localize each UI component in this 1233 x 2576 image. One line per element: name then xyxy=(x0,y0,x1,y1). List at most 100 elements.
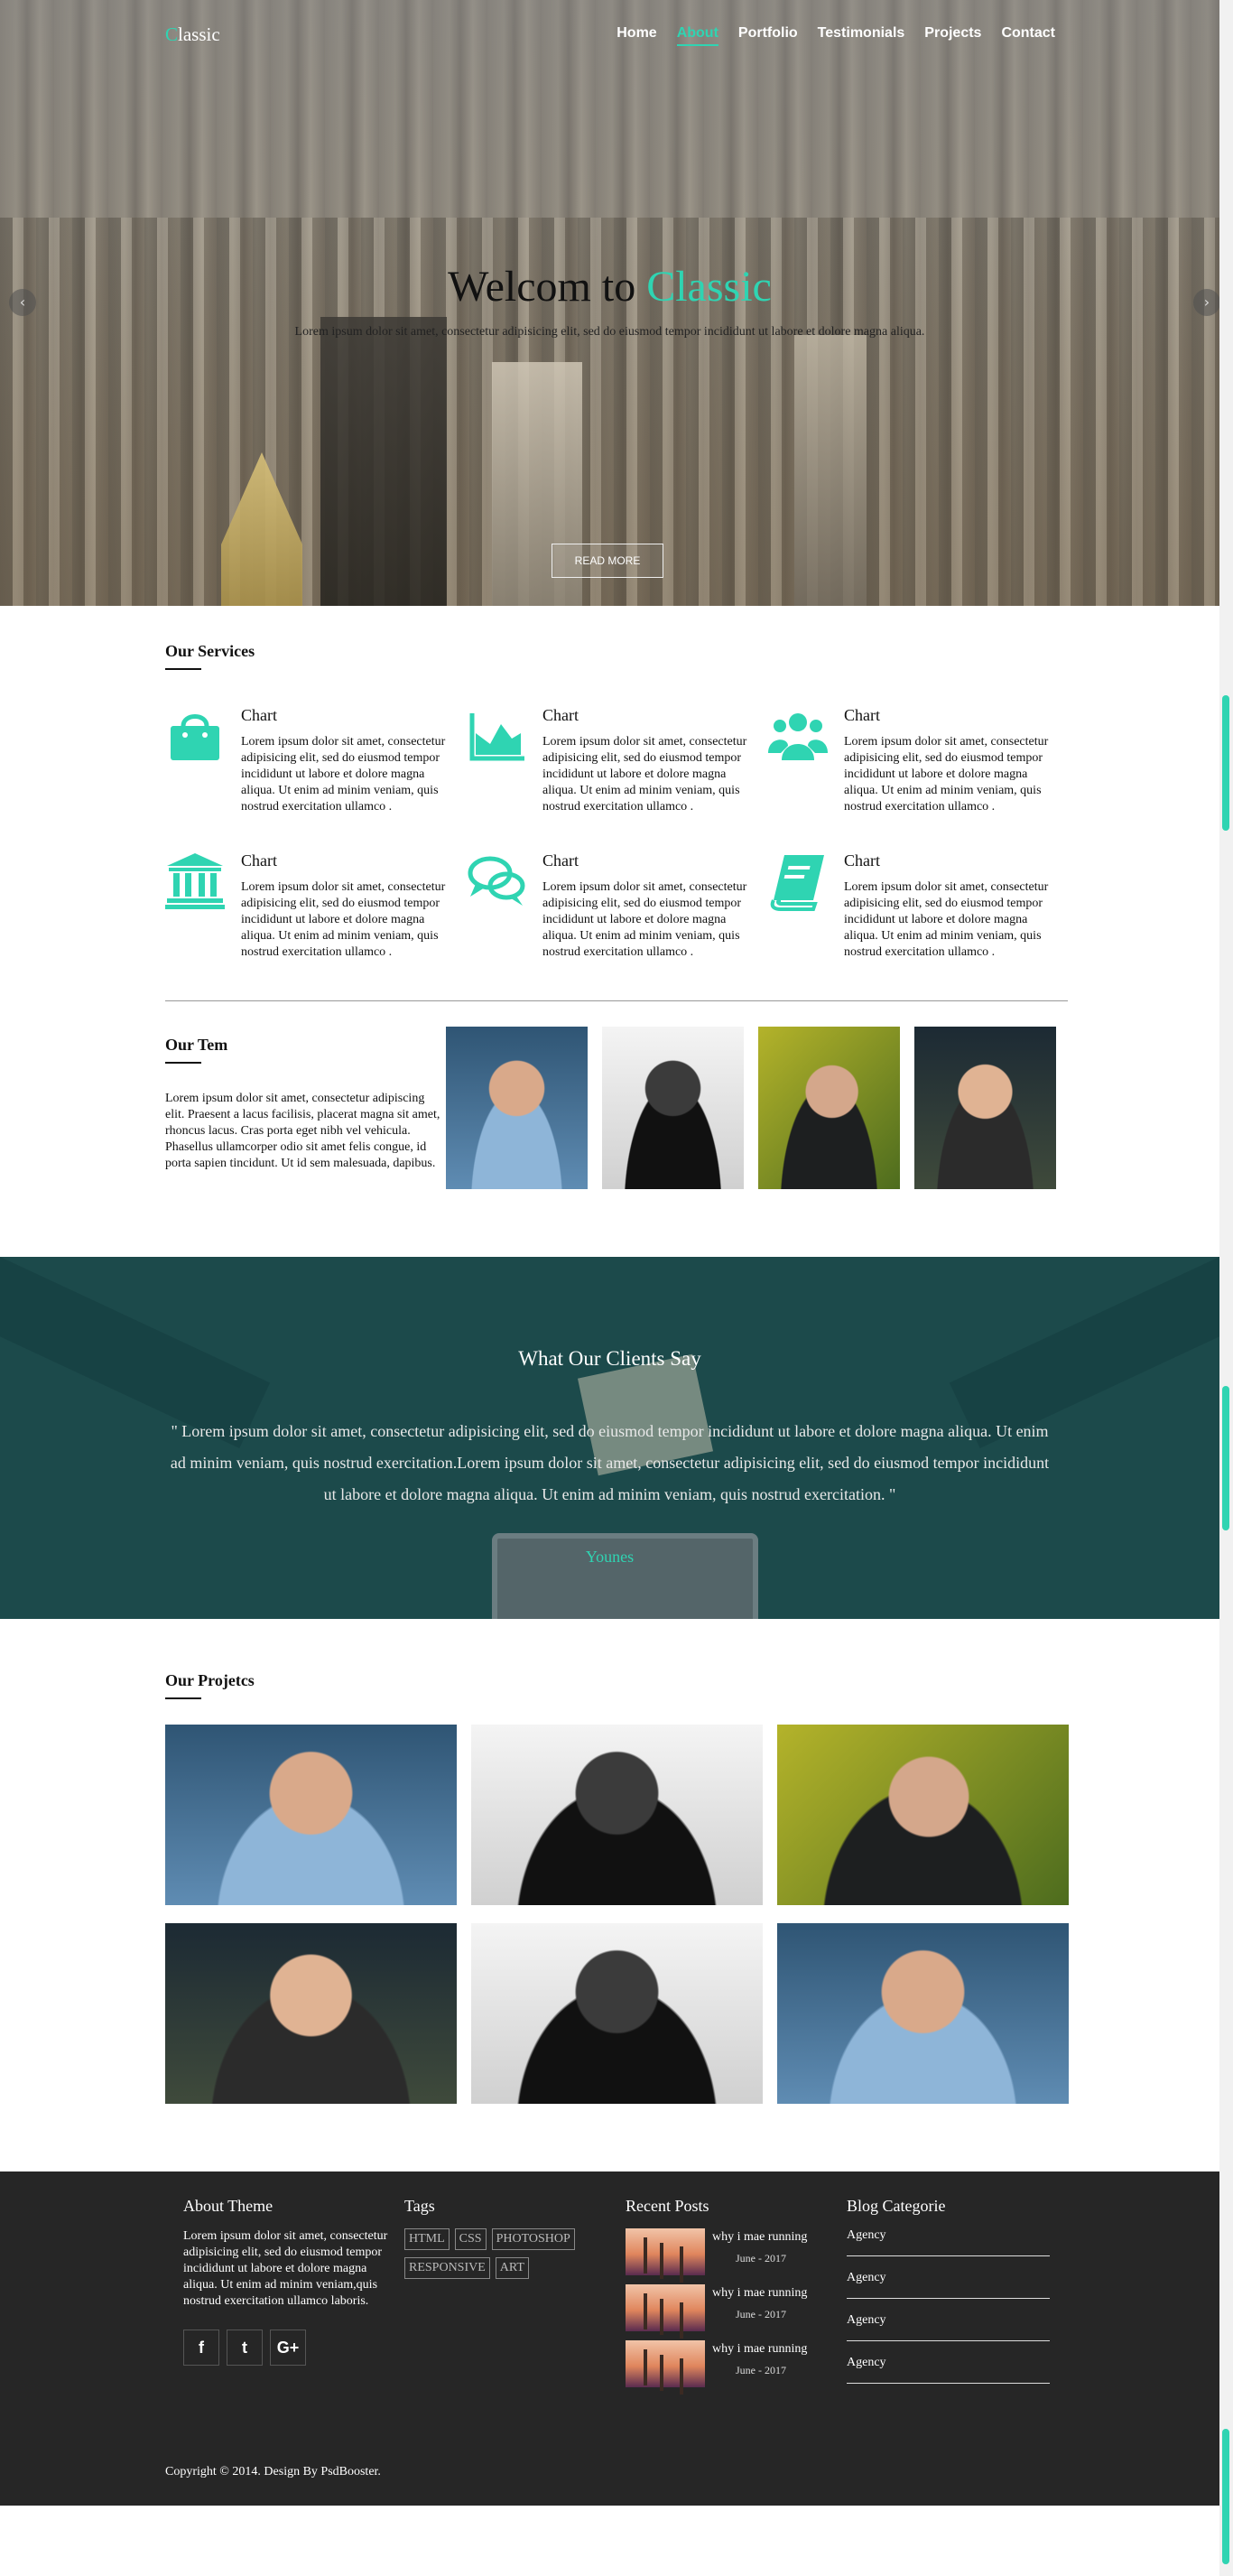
google-plus-icon[interactable]: G+ xyxy=(270,2330,306,2366)
testimonials-section: What Our Clients Say " Lorem ipsum dolor… xyxy=(0,1257,1219,1619)
footer-heading: About Theme xyxy=(183,2197,273,2215)
title-underline xyxy=(165,668,201,670)
category-link[interactable]: Agency xyxy=(847,2356,1050,2384)
footer-recent-posts: Recent Posts why i mae running June - 201… xyxy=(626,2197,847,2398)
background-laptop xyxy=(492,1533,758,1619)
area-chart-icon xyxy=(469,713,524,761)
nav-home[interactable]: Home xyxy=(616,25,656,46)
team-member-photo[interactable] xyxy=(446,1027,588,1189)
post-thumbnail[interactable] xyxy=(626,2284,705,2331)
project-thumbnail[interactable] xyxy=(165,1923,457,2104)
tag-list: HTML CSS PHOTOSHOP RESPONSIVE ART xyxy=(404,2228,621,2279)
chevron-right-icon[interactable]: › xyxy=(1193,289,1219,316)
hero-subtitle: Lorem ipsum dolor sit amet, consectetur … xyxy=(294,325,925,339)
users-icon xyxy=(768,713,828,760)
team-intro: Our Tem Lorem ipsum dolor sit amet, cons… xyxy=(165,1036,440,1189)
service-item: Chart Lorem ipsum dolor sit amet, consect… xyxy=(768,851,1070,961)
social-links: f t G+ xyxy=(183,2330,404,2366)
tag-responsive[interactable]: RESPONSIVE xyxy=(404,2257,490,2279)
read-more-button[interactable]: READ MORE xyxy=(552,544,663,578)
hero-title: Welcom to Classic xyxy=(0,262,1219,312)
bank-icon xyxy=(165,853,225,909)
logo[interactable]: Classic xyxy=(165,23,220,46)
scrollbar-thumb[interactable] xyxy=(1222,2429,1229,2564)
project-thumbnail[interactable] xyxy=(471,1923,763,2104)
recent-post[interactable]: why i mae running June - 2017 xyxy=(626,2228,847,2275)
tag-photoshop[interactable]: PHOTOSHOP xyxy=(491,2228,575,2250)
post-date: June - 2017 xyxy=(736,2252,786,2264)
category-link[interactable]: Agency xyxy=(847,2313,1050,2341)
comments-icon xyxy=(468,856,525,906)
service-title: Chart xyxy=(542,851,579,870)
nav-testimonials[interactable]: Testimonials xyxy=(818,25,905,46)
nav-contact[interactable]: Contact xyxy=(1001,25,1055,46)
footer-categories: Blog Categorie Agency Agency Agency Agen… xyxy=(847,2197,1068,2398)
services-grid: Chart Lorem ipsum dolor sit amet, consect… xyxy=(165,706,1068,961)
book-icon xyxy=(770,855,824,911)
service-title: Chart xyxy=(844,851,880,870)
testimonial-author: Younes xyxy=(585,1548,635,1566)
project-thumbnail[interactable] xyxy=(471,1725,763,1905)
project-thumbnail[interactable] xyxy=(777,1923,1069,2104)
team-member-photo[interactable] xyxy=(602,1027,744,1189)
recent-post[interactable]: why i mae running June - 2017 xyxy=(626,2340,847,2387)
post-thumbnail[interactable] xyxy=(626,2340,705,2387)
tag-html[interactable]: HTML xyxy=(404,2228,450,2250)
testimonial-quote: " Lorem ipsum dolor sit amet, consectetu… xyxy=(170,1422,1050,1503)
service-item: Chart Lorem ipsum dolor sit amet, consect… xyxy=(768,706,1070,815)
service-title: Chart xyxy=(542,706,579,724)
service-text: Lorem ipsum dolor sit amet, consectetur … xyxy=(241,735,446,814)
building-right xyxy=(794,335,867,606)
footer: About Theme Lorem ipsum dolor sit amet, … xyxy=(0,2171,1219,2506)
facebook-icon[interactable]: f xyxy=(183,2330,219,2366)
shopping-bag-icon xyxy=(171,714,219,760)
building-dark xyxy=(320,317,447,606)
hero-title-prefix: Welcom to xyxy=(448,263,647,311)
scrollbar-thumb[interactable] xyxy=(1222,695,1229,831)
post-date: June - 2017 xyxy=(736,2308,786,2320)
footer-heading: Tags xyxy=(404,2197,435,2215)
post-title[interactable]: why i mae running xyxy=(712,2342,807,2357)
tag-css[interactable]: CSS xyxy=(454,2228,487,2250)
project-thumbnail[interactable] xyxy=(777,1725,1069,1905)
service-item: Chart Lorem ipsum dolor sit amet, consect… xyxy=(467,851,768,961)
recent-post[interactable]: why i mae running June - 2017 xyxy=(626,2284,847,2331)
team-section: Our Tem Lorem ipsum dolor sit amet, cons… xyxy=(165,1001,1068,1257)
team-description: Lorem ipsum dolor sit amet, consectetur … xyxy=(165,1092,440,1170)
title-underline xyxy=(165,1062,201,1064)
footer-heading: Blog Categorie xyxy=(847,2197,946,2215)
post-thumbnail[interactable] xyxy=(626,2228,705,2275)
service-text: Lorem ipsum dolor sit amet, consectetur … xyxy=(844,880,1049,959)
post-title[interactable]: why i mae running xyxy=(712,2286,807,2301)
section-title: Our Tem xyxy=(165,1036,228,1054)
logo-text: lassic xyxy=(178,23,220,45)
main-menu: Home About Portfolio Testimonials Projec… xyxy=(616,25,1055,46)
category-link[interactable]: Agency xyxy=(847,2228,1050,2256)
projects-grid xyxy=(165,1725,1069,2104)
chevron-left-icon[interactable]: ‹ xyxy=(9,289,36,316)
footer-tags: Tags HTML CSS PHOTOSHOP RESPONSIVE ART xyxy=(404,2197,626,2398)
category-link[interactable]: Agency xyxy=(847,2271,1050,2299)
nav-portfolio[interactable]: Portfolio xyxy=(738,25,798,46)
section-title: Our Services xyxy=(165,642,255,660)
top-nav: Classic Home About Portfolio Testimonial… xyxy=(0,23,1219,47)
footer-heading: Recent Posts xyxy=(626,2197,709,2215)
footer-columns: About Theme Lorem ipsum dolor sit amet, … xyxy=(183,2197,1068,2398)
team-member-photo[interactable] xyxy=(914,1027,1056,1189)
nav-projects[interactable]: Projects xyxy=(924,25,981,46)
team-member-photo[interactable] xyxy=(758,1027,900,1189)
twitter-icon[interactable]: t xyxy=(227,2330,263,2366)
page-scrollbar[interactable] xyxy=(1219,0,1233,2576)
service-text: Lorem ipsum dolor sit amet, consectetur … xyxy=(241,880,446,959)
copyright: Copyright © 2014. Design By PsdBooster. xyxy=(165,2465,381,2478)
service-text: Lorem ipsum dolor sit amet, consectetur … xyxy=(542,880,747,959)
title-underline xyxy=(165,1697,201,1699)
project-thumbnail[interactable] xyxy=(165,1725,457,1905)
nav-about[interactable]: About xyxy=(676,25,718,46)
section-title: Our Projetcs xyxy=(165,1671,255,1689)
hero-slider: Classic Home About Portfolio Testimonial… xyxy=(0,0,1219,606)
tag-art[interactable]: ART xyxy=(495,2257,529,2279)
post-title[interactable]: why i mae running xyxy=(712,2230,807,2245)
service-title: Chart xyxy=(844,706,880,724)
scrollbar-thumb[interactable] xyxy=(1222,1386,1229,1530)
